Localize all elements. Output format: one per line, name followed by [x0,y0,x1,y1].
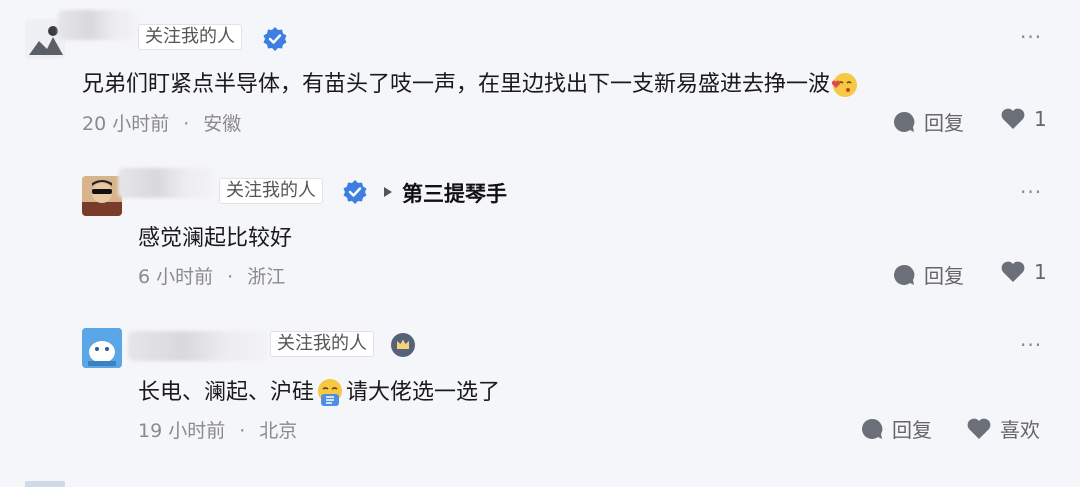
verified-badge-icon [263,27,287,51]
follow-tag: 关注我的人 [138,24,242,50]
more-icon[interactable]: ··· [1020,333,1042,357]
next-comment-avatar-peek [25,481,65,487]
comment-text: 兄弟们盯紧点半导体，有苗头了吱一声，在里边找出下一支新易盛进去挣一波 [82,66,860,100]
reply-button[interactable]: 回复 [892,107,964,136]
location: 安徽 [203,113,242,135]
more-icon[interactable]: ··· [1020,25,1042,49]
username-blurred[interactable] [128,331,268,361]
heart-icon [1001,261,1025,282]
verified-badge-icon [343,180,367,204]
like-count: 1 [1034,260,1047,284]
heart-icon [1001,108,1025,129]
like-button[interactable]: 1 [1000,260,1047,284]
arrow-right-icon [384,187,392,197]
follow-tag: 关注我的人 [270,331,374,357]
like-button[interactable]: 喜欢 [966,414,1040,443]
comment-text-content: 兄弟们盯紧点半导体，有苗头了吱一声，在里边找出下一支新易盛进去挣一波 [82,72,831,97]
username-blurred[interactable] [58,10,138,40]
reply-button[interactable]: 回复 [860,414,932,443]
timestamp: 6 小时前 [138,266,214,288]
meta-separator: · [183,113,190,135]
heart-icon [967,418,991,439]
smile-kiss-emoji [831,73,858,97]
like-button[interactable]: 1 [1000,107,1047,131]
meta-separator: · [239,420,246,442]
timestamp: 19 小时前 [138,420,226,442]
comment-text-part-2: 请大佬选一选了 [346,380,501,405]
username-blurred[interactable] [118,168,214,198]
comment-text: 感觉澜起比较好 [138,226,293,251]
crown-badge-icon [391,333,415,357]
reply-bubble-icon [862,418,883,439]
timestamp: 20 小时前 [82,113,170,135]
reply-label: 回复 [892,418,932,442]
reply-bubble-icon [894,264,915,285]
avatar[interactable] [82,328,122,368]
location: 浙江 [247,266,286,288]
reply-to-username[interactable]: 第三提琴手 [402,178,507,208]
comment-meta: 19 小时前 · 北京 [138,416,297,443]
like-count: 1 [1034,107,1047,131]
sweat-emoji [318,379,343,406]
like-label: 喜欢 [1000,418,1040,442]
more-icon[interactable]: ··· [1020,180,1042,204]
reply-label: 回复 [924,111,964,135]
location: 北京 [259,420,298,442]
meta-separator: · [227,266,234,288]
comment-text-part-1: 长电、澜起、沪硅 [138,380,315,405]
reply-bubble-icon [894,111,915,132]
follow-tag: 关注我的人 [219,178,323,204]
avatar[interactable] [82,176,122,216]
reply-button[interactable]: 回复 [892,260,964,289]
comment-text: 长电、澜起、沪硅 请大佬选一选了 [138,374,500,409]
comment-meta: 6 小时前 · 浙江 [138,262,285,289]
comment-meta: 20 小时前 · 安徽 [82,109,241,136]
reply-label: 回复 [924,264,964,288]
